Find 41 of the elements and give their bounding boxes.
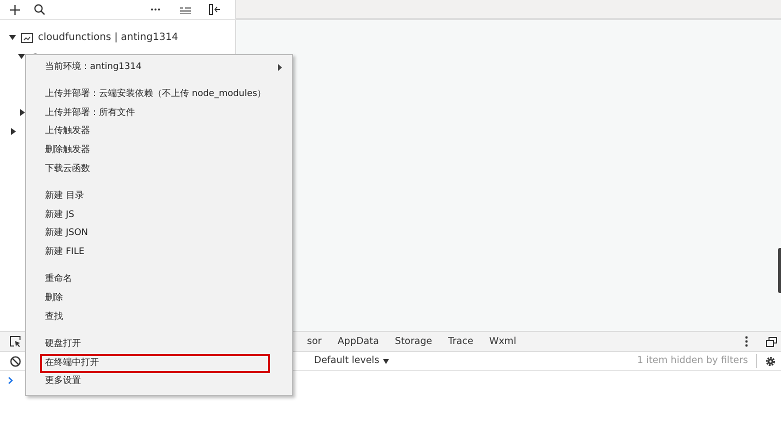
- menu-item[interactable]: 新建 目录: [40, 188, 286, 206]
- menu-item[interactable]: 新建 JSON: [40, 224, 286, 244]
- scrollbar-thumb[interactable]: [778, 248, 781, 293]
- submenu-arrow-icon: [278, 64, 282, 71]
- inspect-icon[interactable]: [10, 336, 21, 347]
- kebab-menu-icon[interactable]: [745, 336, 748, 347]
- menu-item[interactable]: 下载云函数: [40, 160, 286, 179]
- menu-item[interactable]: 查找: [40, 308, 286, 327]
- devtools-tab[interactable]: Wxml: [481, 332, 524, 351]
- menu-item[interactable]: 上传触发器: [40, 122, 286, 142]
- caret-icon[interactable]: [10, 128, 16, 135]
- menu-item[interactable]: 删除触发器: [40, 141, 286, 160]
- devtools-tab[interactable]: Trace: [440, 332, 482, 351]
- prompt-icon: [8, 377, 13, 384]
- menu-item[interactable]: 更多设置: [40, 372, 286, 392]
- undock-icon[interactable]: [766, 336, 777, 346]
- caret-icon[interactable]: [9, 34, 16, 41]
- log-levels-dropdown[interactable]: Default levels: [314, 354, 390, 368]
- menu-item[interactable]: 重命名: [40, 270, 286, 290]
- collapse-list-icon[interactable]: [180, 6, 191, 14]
- search-icon[interactable]: [34, 4, 45, 15]
- devtools-tab[interactable]: sor: [299, 332, 330, 351]
- menu-item[interactable]: 在终端中打开: [40, 354, 270, 373]
- menu-item[interactable]: 上传并部署：所有文件: [40, 104, 286, 123]
- caret-icon: [383, 358, 390, 364]
- block-icon[interactable]: [10, 356, 21, 366]
- menu-item[interactable]: 上传并部署：云端安装依赖（不上传 node_modules）: [40, 86, 286, 104]
- menu-item[interactable]: 删除: [40, 290, 286, 308]
- settings-icon[interactable]: [765, 356, 776, 366]
- menu-item[interactable]: 新建 JS: [40, 206, 286, 225]
- caret-icon[interactable]: [18, 53, 25, 60]
- menu-item[interactable]: 新建 FILE: [40, 243, 286, 262]
- add-icon[interactable]: [10, 4, 20, 14]
- folder-label[interactable]: cloudfunctions | anting1314: [38, 30, 178, 45]
- menu-item[interactable]: 硬盘打开: [40, 336, 286, 354]
- devtools-tab[interactable]: Storage: [386, 332, 440, 351]
- sidebar-toggle-icon[interactable]: [209, 4, 221, 15]
- menu-item[interactable]: 当前环境：anting1314: [40, 58, 286, 77]
- more-icon[interactable]: [151, 8, 160, 11]
- hidden-items-note: 1 item hidden by filters: [637, 354, 757, 368]
- devtools-tab[interactable]: AppData: [330, 332, 387, 351]
